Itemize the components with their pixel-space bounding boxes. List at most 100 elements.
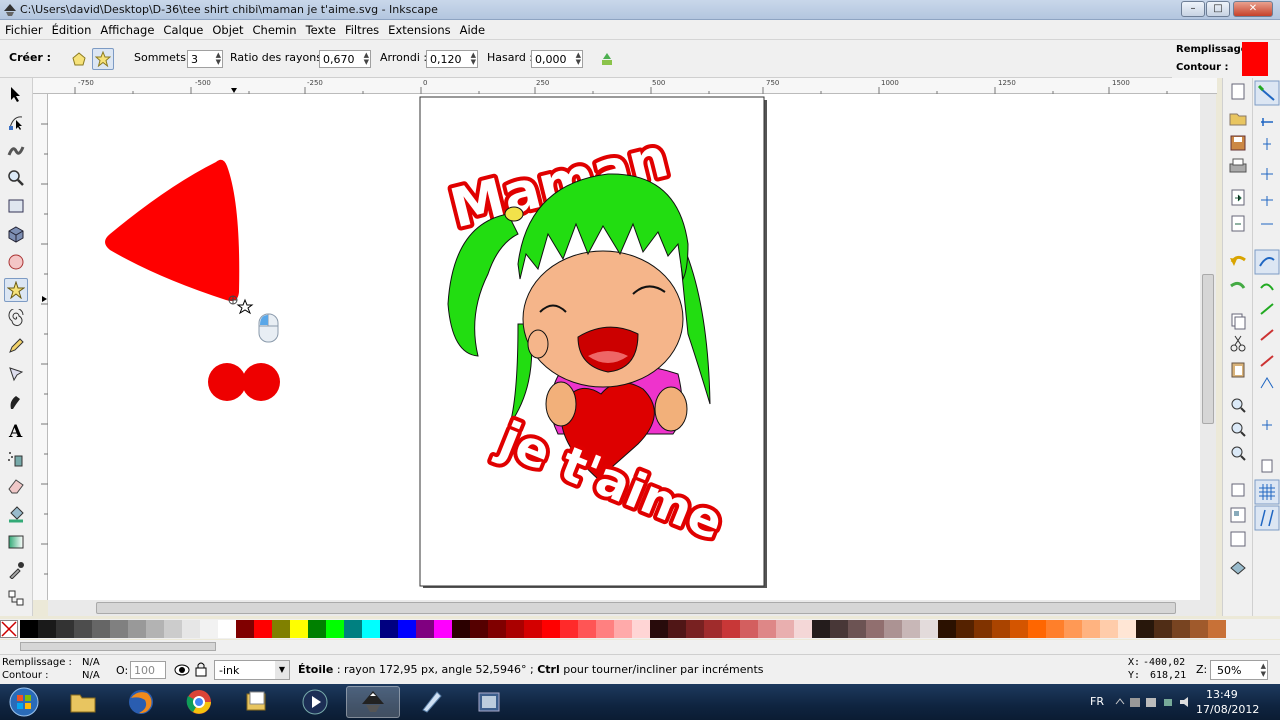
color-swatch[interactable] bbox=[992, 620, 1010, 638]
color-swatch[interactable] bbox=[1082, 620, 1100, 638]
color-swatch[interactable] bbox=[596, 620, 614, 638]
layer-dropdown[interactable]: -ink ▼ bbox=[214, 660, 290, 680]
color-swatch[interactable] bbox=[200, 620, 218, 638]
selector-tool[interactable] bbox=[4, 82, 28, 106]
color-swatch[interactable] bbox=[434, 620, 452, 638]
taskbar-movie-maker[interactable] bbox=[462, 686, 516, 718]
color-swatch[interactable] bbox=[632, 620, 650, 638]
visibility-eye-icon[interactable] bbox=[174, 663, 190, 677]
color-swatch[interactable] bbox=[74, 620, 92, 638]
color-swatch[interactable] bbox=[1118, 620, 1136, 638]
color-swatch[interactable] bbox=[470, 620, 488, 638]
clock-date[interactable]: 17/08/2012 bbox=[1196, 703, 1259, 716]
color-swatch[interactable] bbox=[452, 620, 470, 638]
color-swatch[interactable] bbox=[1208, 620, 1226, 638]
taskbar-app-7[interactable] bbox=[404, 686, 458, 718]
maximize-button[interactable]: □ bbox=[1206, 1, 1230, 17]
close-button[interactable]: ✕ bbox=[1233, 1, 1273, 17]
paint-bucket-tool[interactable] bbox=[4, 502, 28, 526]
lock-icon[interactable] bbox=[195, 661, 207, 677]
color-swatch[interactable] bbox=[92, 620, 110, 638]
color-swatch[interactable] bbox=[488, 620, 506, 638]
color-swatch[interactable] bbox=[704, 620, 722, 638]
spray-tool[interactable] bbox=[4, 446, 28, 470]
taskbar-chrome[interactable] bbox=[172, 686, 226, 718]
pencil-tool[interactable] bbox=[4, 334, 28, 358]
color-swatch[interactable] bbox=[812, 620, 830, 638]
horizontal-scroll-thumb[interactable] bbox=[96, 602, 1176, 614]
palette-scrollbar[interactable] bbox=[0, 640, 1280, 654]
polygon-mode-button[interactable] bbox=[68, 48, 90, 70]
star-mode-button[interactable] bbox=[92, 48, 114, 70]
color-swatch[interactable] bbox=[920, 620, 938, 638]
hasard-input[interactable]: 0,000 ▲ ▼ bbox=[531, 50, 583, 68]
color-swatch[interactable] bbox=[884, 620, 902, 638]
color-swatch[interactable] bbox=[416, 620, 434, 638]
color-swatch[interactable] bbox=[272, 620, 290, 638]
start-button[interactable] bbox=[4, 685, 44, 719]
color-swatch[interactable] bbox=[506, 620, 524, 638]
color-swatch[interactable] bbox=[308, 620, 326, 638]
vertical-scrollbar[interactable] bbox=[1200, 94, 1216, 600]
fill-swatch[interactable] bbox=[1242, 42, 1268, 76]
color-swatch[interactable] bbox=[128, 620, 146, 638]
palette-scroll-thumb[interactable] bbox=[20, 642, 216, 651]
color-swatch[interactable] bbox=[146, 620, 164, 638]
connector-tool[interactable] bbox=[4, 586, 28, 610]
eraser-tool[interactable] bbox=[4, 474, 28, 498]
rectangle-tool[interactable] bbox=[4, 194, 28, 218]
color-swatch[interactable] bbox=[758, 620, 776, 638]
color-swatch[interactable] bbox=[830, 620, 848, 638]
pen-tool[interactable] bbox=[4, 362, 28, 386]
color-swatch[interactable] bbox=[614, 620, 632, 638]
color-swatch[interactable] bbox=[290, 620, 308, 638]
calligraphy-tool[interactable] bbox=[4, 390, 28, 414]
dropper-tool[interactable] bbox=[4, 558, 28, 582]
color-swatch[interactable] bbox=[1100, 620, 1118, 638]
color-swatch[interactable] bbox=[380, 620, 398, 638]
color-swatch[interactable] bbox=[236, 620, 254, 638]
color-swatch[interactable] bbox=[1154, 620, 1172, 638]
color-swatch[interactable] bbox=[1010, 620, 1028, 638]
menu-affichage[interactable]: Affichage bbox=[95, 20, 158, 37]
color-swatch[interactable] bbox=[722, 620, 740, 638]
color-swatch[interactable] bbox=[524, 620, 542, 638]
color-swatch[interactable] bbox=[956, 620, 974, 638]
color-swatch[interactable] bbox=[668, 620, 686, 638]
color-swatch[interactable] bbox=[362, 620, 380, 638]
color-swatch[interactable] bbox=[20, 620, 38, 638]
color-swatch[interactable] bbox=[164, 620, 182, 638]
color-swatch[interactable] bbox=[110, 620, 128, 638]
taskbar-app-4[interactable] bbox=[230, 686, 284, 718]
color-swatch[interactable] bbox=[902, 620, 920, 638]
tweak-tool[interactable] bbox=[4, 138, 28, 162]
sommets-input[interactable]: 3 ▲ ▼ bbox=[187, 50, 223, 68]
color-swatch[interactable] bbox=[740, 620, 758, 638]
color-swatch[interactable] bbox=[848, 620, 866, 638]
color-swatch[interactable] bbox=[1046, 620, 1064, 638]
zoom-input[interactable]: 50% ▲ ▼ bbox=[1210, 660, 1268, 680]
menu-fichier[interactable]: Fichier bbox=[0, 20, 47, 37]
taskbar-inkscape[interactable] bbox=[346, 686, 400, 718]
taskbar-explorer[interactable] bbox=[56, 686, 110, 718]
drawing-canvas[interactable]: Maman Maman je t'aime je t'aime bbox=[48, 94, 1200, 600]
color-swatch[interactable] bbox=[776, 620, 794, 638]
input-language[interactable]: FR bbox=[1090, 695, 1104, 708]
color-swatch[interactable] bbox=[686, 620, 704, 638]
taskbar-firefox[interactable] bbox=[114, 686, 168, 718]
star-tool[interactable] bbox=[4, 278, 28, 302]
color-swatch[interactable] bbox=[1136, 620, 1154, 638]
color-swatch[interactable] bbox=[1028, 620, 1046, 638]
arrondi-input[interactable]: 0,120 ▲ ▼ bbox=[426, 50, 478, 68]
color-swatch[interactable] bbox=[938, 620, 956, 638]
color-swatch[interactable] bbox=[578, 620, 596, 638]
menu-filtres[interactable]: Filtres bbox=[340, 20, 383, 37]
color-swatch[interactable] bbox=[254, 620, 272, 638]
clock-time[interactable]: 13:49 bbox=[1206, 688, 1238, 701]
box3d-tool[interactable] bbox=[4, 222, 28, 246]
color-swatch[interactable] bbox=[218, 620, 236, 638]
menu-objet[interactable]: Objet bbox=[207, 20, 247, 37]
reset-defaults-button[interactable] bbox=[596, 48, 618, 70]
no-paint-swatch[interactable] bbox=[0, 620, 18, 638]
color-swatch[interactable] bbox=[974, 620, 992, 638]
